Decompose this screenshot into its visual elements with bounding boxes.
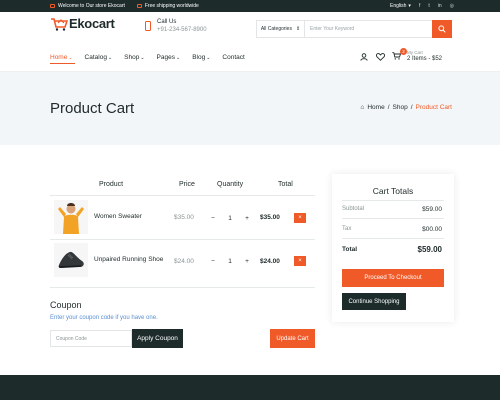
cart-totals-panel: Cart Totals Subtotal $59.00 Tax $00.00 T… (332, 174, 454, 322)
breadcrumb: ⌂ Home / Shop / Product Cart (360, 104, 452, 111)
header-actions (360, 53, 385, 61)
proceed-to-checkout-button[interactable]: Proceed To Checkout (342, 269, 444, 287)
table-divider (50, 239, 315, 240)
table-divider (50, 287, 315, 288)
total-label: Total (342, 246, 358, 253)
product-image-shoe[interactable] (54, 243, 88, 277)
chevron-down-icon: ⌄ (107, 54, 113, 61)
chevron-down-icon: ⌄ (68, 54, 73, 61)
nav-pages[interactable]: Pages ⌄ (157, 54, 181, 61)
main-nav: Home ⌄ Catalog ⌄ Shop ⌄ Pages ⌄ Blog ⌄ C… (50, 54, 245, 61)
breadcrumb-home[interactable]: Home (367, 104, 384, 111)
line-total: $35.00 (260, 214, 280, 221)
decrement-button[interactable]: − (208, 215, 218, 222)
quantity-stepper: − 1 + (208, 211, 252, 225)
close-icon: × (298, 258, 302, 264)
tax-label: Tax (342, 226, 352, 232)
search-button[interactable] (432, 20, 452, 38)
column-header-quantity: Quantity (217, 181, 244, 188)
coupon-hint: Enter your coupon code if you have one. (50, 315, 158, 321)
chevron-down-icon: ▾ (408, 3, 411, 9)
footer (0, 375, 500, 400)
search-bar: All Categories ⇕ (256, 20, 452, 38)
breadcrumb-separator: / (410, 104, 413, 111)
subtotal-value: $59.00 (422, 206, 442, 213)
nav-blog[interactable]: Blog ⌄ (192, 54, 210, 61)
decrement-button[interactable]: − (208, 258, 218, 265)
quantity-value[interactable]: 1 (225, 258, 235, 265)
breadcrumb-separator: / (387, 104, 390, 111)
cart-logo-icon (51, 17, 68, 31)
top-bar: Welcome to Our store Ekocart Free shippi… (0, 0, 500, 12)
facebook-icon[interactable]: f (419, 3, 420, 9)
nav-active-indicator (50, 63, 75, 64)
table-divider (50, 195, 315, 196)
linkedin-icon[interactable]: in (438, 3, 442, 9)
search-input[interactable] (305, 21, 432, 37)
tax-value: $00.00 (422, 226, 442, 233)
chevron-down-icon: ⌄ (175, 54, 181, 61)
quantity-stepper: − 1 + (208, 254, 252, 268)
shipping-message: Free shipping worldwide (136, 3, 199, 9)
chevron-down-icon: ⌄ (206, 54, 211, 61)
home-icon: ⌂ (360, 104, 365, 111)
twitter-icon[interactable]: t (428, 3, 429, 9)
totals-divider (342, 218, 444, 219)
increment-button[interactable]: + (242, 215, 252, 222)
user-icon[interactable] (360, 53, 368, 61)
cart-totals-title: Cart Totals (372, 186, 414, 196)
close-icon: × (298, 215, 302, 221)
update-cart-button[interactable]: Update Cart (270, 329, 315, 348)
breadcrumb-shop[interactable]: Shop (393, 104, 408, 111)
cart-count-badge: 2 (400, 48, 407, 55)
chevron-down-icon: ⌄ (140, 54, 145, 61)
remove-item-button[interactable]: × (294, 256, 306, 266)
gift-icon (50, 4, 55, 8)
coupon-code-input[interactable] (50, 330, 132, 347)
product-price: $24.00 (174, 258, 194, 265)
column-header-product: Product (99, 181, 124, 188)
phone-icon (145, 21, 151, 31)
product-price: $35.00 (174, 214, 194, 221)
breadcrumb-current: Product Cart (415, 104, 453, 111)
nav-shop[interactable]: Shop ⌄ (124, 54, 144, 61)
sort-icon: ⇕ (295, 26, 301, 32)
nav-contact[interactable]: Contact (222, 54, 244, 61)
product-image-sweater[interactable] (54, 200, 88, 234)
shoe-thumbnail (54, 243, 88, 277)
column-header-total: Total (278, 181, 293, 188)
page-title: Product Cart (50, 100, 135, 117)
total-value: $59.00 (417, 245, 442, 254)
heart-icon[interactable] (376, 53, 385, 61)
truck-icon (136, 4, 142, 8)
category-select[interactable]: All Categories ⇕ (257, 21, 305, 37)
call-us: Call Us +91-234-567-8900 (145, 19, 207, 33)
line-total: $24.00 (260, 258, 280, 265)
product-name[interactable]: Women Sweater (94, 213, 142, 220)
sweater-thumbnail (54, 200, 88, 234)
nav-catalog[interactable]: Catalog ⌄ (85, 54, 113, 61)
welcome-message: Welcome to Our store Ekocart (50, 3, 125, 9)
continue-shopping-button[interactable]: Continue Shopping (342, 293, 406, 310)
apply-coupon-button[interactable]: Apply Coupon (132, 329, 183, 348)
totals-divider (342, 200, 444, 201)
quantity-value[interactable]: 1 (225, 215, 235, 222)
coupon-heading: Coupon (50, 300, 82, 310)
language-selector[interactable]: English ▾ (390, 3, 411, 9)
instagram-icon[interactable]: ◎ (450, 3, 454, 9)
page-banner: Product Cart ⌂ Home / Shop / Product Car… (0, 72, 500, 145)
column-header-price: Price (179, 181, 195, 188)
product-name[interactable]: Unpaired Running Shoe (94, 256, 163, 263)
nav-home[interactable]: Home ⌄ (50, 54, 73, 61)
remove-item-button[interactable]: × (294, 213, 306, 223)
increment-button[interactable]: + (242, 258, 252, 265)
search-icon (438, 25, 446, 33)
totals-divider (342, 238, 444, 239)
logo[interactable]: Ekocart (50, 16, 115, 31)
subtotal-label: Subtotal (342, 206, 365, 212)
